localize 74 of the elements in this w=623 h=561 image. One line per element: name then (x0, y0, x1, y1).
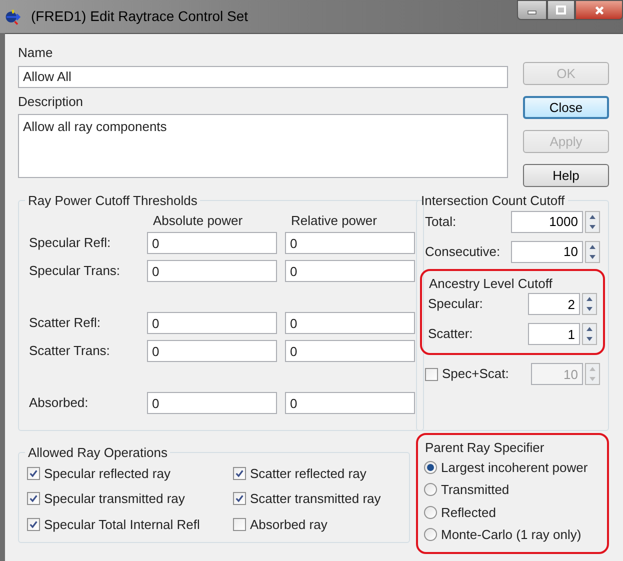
number-field[interactable]: 1000 (511, 210, 583, 232)
power-field[interactable]: 0 (285, 340, 415, 362)
column-header: Absolute power (152, 212, 244, 230)
checkmark-icon (235, 494, 244, 504)
radio-button[interactable] (424, 483, 437, 496)
field-label: Description (18, 92, 84, 111)
checkbox-label: Scatter transmitted ray (250, 490, 381, 508)
row-label: Scatter Trans: (29, 342, 111, 360)
window-title: (FRED1) Edit Raytrace Control Set (31, 7, 248, 26)
row-label: Specular Refl: (29, 234, 112, 252)
number-field[interactable]: 2 (528, 293, 580, 315)
power-field[interactable]: 0 (285, 392, 415, 414)
power-field[interactable]: 0 (285, 232, 415, 254)
dialog-button[interactable]: Help (523, 164, 609, 187)
checkbox-label: Absorbed ray (250, 516, 328, 534)
power-field[interactable]: 0 (147, 312, 277, 334)
group-title: Parent Ray Specifier (424, 439, 546, 457)
checkmark-icon (29, 494, 38, 504)
checkbox[interactable] (233, 492, 246, 506)
row-label: Scatter Refl: (29, 314, 102, 332)
spin-button[interactable] (582, 293, 597, 315)
checkbox-label: Specular transmitted ray (44, 490, 185, 508)
group-title: Ray Power Cutoff Thresholds (27, 192, 198, 210)
checkmark-icon (235, 468, 244, 478)
radio-button[interactable] (424, 460, 437, 474)
app-icon (4, 8, 22, 26)
power-field[interactable]: 0 (147, 232, 277, 254)
description-field[interactable]: Allow all ray components (18, 114, 508, 178)
radio-label: Reflected (441, 504, 496, 522)
group-title: Ancestry Level Cutoff (428, 274, 554, 293)
spin-button[interactable] (585, 240, 600, 262)
field-label: Name (18, 44, 54, 62)
field-label: Scatter: (428, 325, 473, 344)
maximize-icon (556, 5, 566, 15)
row-label: Absorbed: (29, 394, 90, 412)
radio-label: Transmitted (441, 481, 510, 499)
group-title: Intersection Count Cutoff (420, 192, 566, 210)
power-field[interactable]: 0 (147, 260, 277, 282)
name-field[interactable]: Allow All (18, 66, 508, 88)
minimize-button[interactable] (517, 0, 547, 20)
close-icon (594, 4, 604, 16)
checkbox[interactable] (27, 518, 40, 531)
group-title: Allowed Ray Operations (27, 444, 168, 462)
radio-label: Monte-Carlo (1 ray only) (441, 526, 582, 544)
field-label: Consecutive: (425, 242, 500, 261)
checkmark-icon (29, 468, 38, 478)
column-header: Relative power (290, 212, 378, 230)
checkbox[interactable] (27, 492, 40, 506)
checkbox[interactable] (27, 466, 40, 480)
radio-label: Largest incoherent power (441, 458, 588, 477)
power-field[interactable]: 0 (285, 312, 415, 334)
checkbox[interactable] (233, 518, 246, 531)
checkmark-icon (29, 520, 38, 529)
power-field[interactable]: 0 (285, 260, 415, 282)
number-field[interactable]: 1 (528, 323, 580, 345)
radio-button[interactable] (424, 506, 437, 519)
checkbox-label: Spec+Scat: (442, 365, 509, 384)
maximize-button[interactable] (547, 0, 575, 20)
checkbox[interactable] (425, 368, 438, 380)
number-field[interactable]: 10 (511, 240, 583, 262)
power-field[interactable]: 0 (147, 340, 277, 362)
row-label: Specular Trans: (29, 262, 122, 280)
checkbox-label: Specular reflected ray (44, 464, 170, 483)
dialog-button[interactable]: Close (523, 96, 609, 119)
field-label: Total: (425, 212, 456, 231)
field-label: Specular: (428, 295, 483, 314)
spin-button[interactable] (585, 210, 600, 232)
spin-button[interactable] (582, 323, 597, 345)
power-field[interactable]: 0 (147, 392, 277, 414)
radio-button[interactable] (424, 528, 437, 542)
checkbox-label: Scatter reflected ray (250, 464, 366, 483)
checkbox-label: Specular Total Internal Refl (44, 516, 200, 534)
checkbox[interactable] (233, 466, 246, 480)
close-window-button[interactable] (575, 0, 623, 20)
